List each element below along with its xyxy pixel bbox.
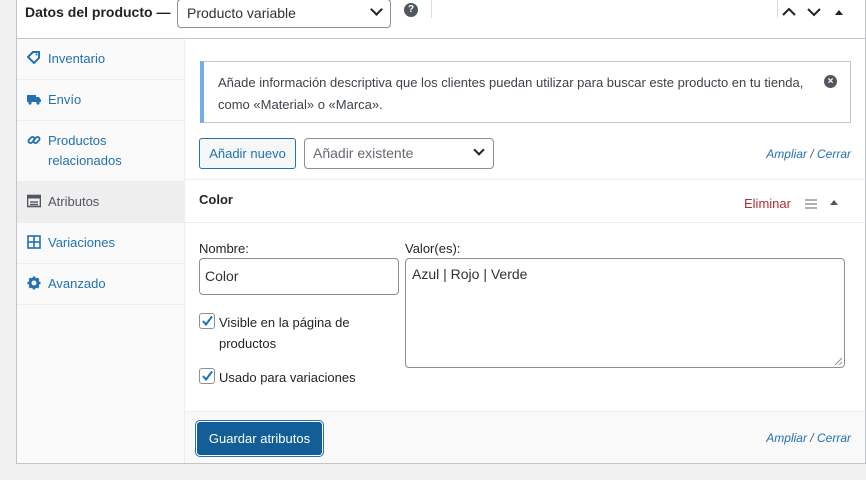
- help-icon[interactable]: ?: [404, 3, 418, 17]
- save-attributes-button[interactable]: Guardar atributos: [197, 422, 322, 455]
- variations-checkbox[interactable]: [199, 368, 215, 384]
- tag-icon: [26, 51, 41, 65]
- info-notice: Añade información descriptiva que los cl…: [200, 61, 851, 123]
- link-separator: /: [810, 431, 814, 445]
- product-data-tabs: Inventario Envío Productos relacionados …: [17, 39, 185, 463]
- close-all-link[interactable]: Cerrar: [817, 147, 851, 161]
- variations-checkbox-label: Usado para variaciones: [219, 370, 356, 385]
- visible-checkbox[interactable]: [199, 313, 215, 329]
- product-type-value: Producto variable: [187, 5, 296, 21]
- panel-header: Datos del producto — Producto variable ?: [17, 0, 865, 39]
- values-label: Valor(es):: [405, 241, 461, 256]
- expand-close-links: Ampliar / Cerrar: [731, 147, 851, 161]
- truck-icon: [27, 92, 41, 106]
- attributes-footer: Guardar atributos Ampliar / Cerrar: [185, 411, 865, 463]
- collapse-attribute-icon[interactable]: [830, 200, 838, 205]
- tab-label: Envío: [48, 92, 82, 107]
- dismiss-icon[interactable]: ×: [824, 75, 837, 88]
- notice-text: Añade información descriptiva que los cl…: [218, 75, 804, 112]
- attribute-values-textarea[interactable]: Azul | Rojo | Verde: [405, 258, 845, 368]
- product-type-select[interactable]: Producto variable: [177, 0, 391, 28]
- close-all-link[interactable]: Cerrar: [817, 431, 851, 445]
- attribute-name-input[interactable]: Color: [199, 258, 399, 295]
- panel-title: Datos del producto —: [25, 4, 171, 20]
- remove-attribute-link[interactable]: Eliminar: [744, 196, 791, 211]
- toggle-panel-icon[interactable]: [831, 4, 847, 20]
- add-new-attribute-button[interactable]: Añadir nuevo: [199, 138, 296, 169]
- move-down-icon[interactable]: [806, 4, 822, 20]
- link-icon: [27, 133, 41, 147]
- tab-label: Productos relacionados: [48, 133, 122, 168]
- drag-handle-icon[interactable]: [805, 197, 817, 209]
- expand-all-link[interactable]: Ampliar: [766, 431, 807, 445]
- values-text: Azul | Rojo | Verde: [412, 266, 528, 282]
- tab-envio[interactable]: Envío: [17, 80, 184, 121]
- attribute-title: Color: [199, 192, 233, 207]
- tab-label: Atributos: [48, 194, 100, 209]
- tab-inventario[interactable]: Inventario: [17, 39, 184, 80]
- visible-on-product-page-option[interactable]: Visible en la página de productos: [199, 313, 389, 355]
- resize-grip-icon[interactable]: [834, 357, 842, 365]
- list-icon: [26, 194, 42, 208]
- name-label: Nombre:: [199, 241, 249, 256]
- tab-label: Inventario: [48, 51, 106, 66]
- header-divider: [777, 0, 778, 18]
- link-separator: /: [810, 147, 814, 161]
- attribute-header[interactable]: Color Eliminar: [185, 179, 865, 223]
- move-up-icon[interactable]: [781, 4, 797, 20]
- grid-icon: [27, 235, 41, 249]
- used-for-variations-option[interactable]: Usado para variaciones: [199, 368, 389, 388]
- tab-label: Variaciones: [48, 235, 115, 250]
- chevron-down-icon: [473, 144, 485, 156]
- header-divider: [431, 0, 432, 18]
- expand-close-links: Ampliar / Cerrar: [731, 431, 851, 445]
- tab-atributos[interactable]: Atributos: [17, 182, 184, 223]
- visible-checkbox-label: Visible en la página de productos: [219, 315, 350, 351]
- tab-avanzado[interactable]: Avanzado: [17, 264, 184, 305]
- gear-icon: [27, 276, 41, 290]
- tab-label: Avanzado: [48, 276, 106, 291]
- expand-all-link[interactable]: Ampliar: [766, 147, 807, 161]
- product-data-panel: Datos del producto — Producto variable ?…: [16, 0, 866, 464]
- add-existing-attribute-select[interactable]: Añadir existente: [304, 138, 494, 169]
- tab-productos-relacionados[interactable]: Productos relacionados: [17, 121, 184, 182]
- chevron-down-icon: [370, 3, 383, 16]
- select-placeholder: Añadir existente: [313, 145, 414, 161]
- tab-variaciones[interactable]: Variaciones: [17, 223, 184, 264]
